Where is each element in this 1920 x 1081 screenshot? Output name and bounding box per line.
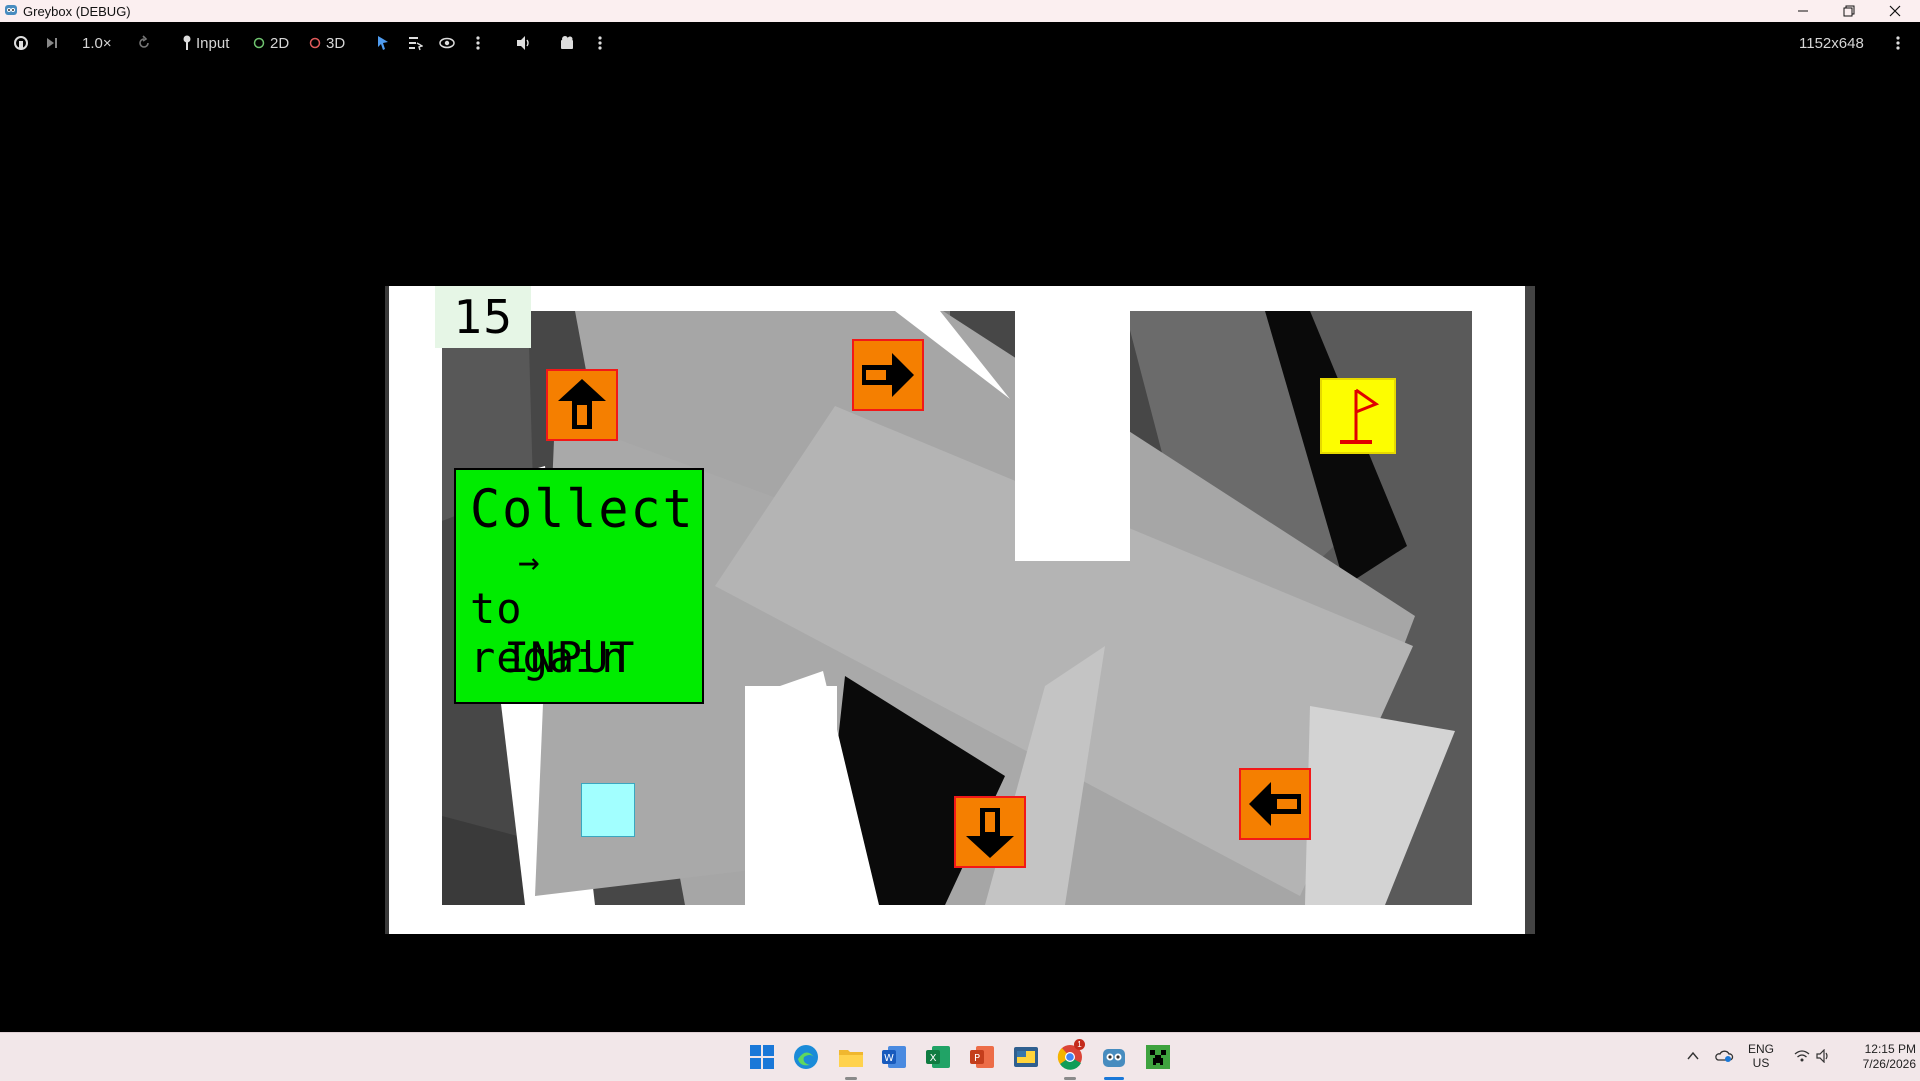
more-options-button[interactable] (475, 32, 481, 54)
resolution-label: 1152x648 (1799, 34, 1864, 52)
lang-region: US (1752, 1056, 1770, 1070)
arrow-left-icon (1249, 782, 1301, 826)
python-icon[interactable] (1012, 1043, 1040, 1071)
more-options-button-2[interactable] (597, 32, 603, 54)
eye-icon (439, 37, 455, 49)
hint-line-2: → (518, 542, 540, 583)
close-button[interactable] (1872, 0, 1918, 22)
arrow-down-icon (966, 808, 1014, 858)
minimize-button[interactable] (1780, 0, 1826, 22)
chevron-up-icon[interactable] (1687, 1051, 1699, 1061)
taskbar: W X P 1 ENG US 12:15 PM 7/26/2026 (0, 1032, 1920, 1081)
powerpoint-icon[interactable]: P (968, 1043, 996, 1071)
toggle-3d[interactable]: 3D (309, 32, 345, 54)
reset-icon (139, 35, 149, 48)
left-arrow-pickup (1239, 768, 1311, 840)
toggle-2d[interactable]: 2D (253, 32, 289, 54)
excel-icon[interactable]: X (924, 1043, 952, 1071)
level-counter: 15 (435, 286, 531, 348)
speed-selector[interactable]: 1.0× (82, 32, 112, 54)
viewport-edge-right (1525, 286, 1535, 934)
select-mode-button[interactable] (376, 32, 390, 54)
volume-icon[interactable] (1816, 1049, 1832, 1063)
window-menu-button[interactable] (1895, 32, 1901, 54)
circle-3d-icon (309, 37, 321, 49)
godot-app-icon (5, 5, 17, 15)
kebab-menu-icon (476, 36, 480, 50)
circle-2d-icon (253, 37, 265, 49)
edge-icon[interactable] (792, 1043, 820, 1071)
suspend-icon (14, 36, 28, 50)
kebab-menu-icon (1896, 36, 1900, 50)
joystick-icon (183, 35, 191, 50)
label-3d: 3D (326, 34, 346, 52)
hint-line-1: Collect (470, 478, 695, 540)
up-arrow-pickup (546, 369, 618, 441)
svg-text:P: P (974, 1053, 980, 1064)
next-frame-icon (47, 38, 57, 48)
debug-toolbar: 1.0× Input 2D 3D 1152x648 (0, 22, 1920, 64)
clock-date: 7/26/2026 (1862, 1057, 1916, 1071)
word-icon[interactable]: W (880, 1043, 908, 1071)
svg-text:X: X (930, 1053, 937, 1064)
close-icon (1889, 5, 1901, 17)
hint-panel: Collect → to regain INPUT (454, 468, 704, 704)
visibility-button[interactable] (439, 32, 455, 54)
language-indicator[interactable]: ENG US (1748, 1042, 1774, 1070)
onedrive-icon[interactable] (1714, 1048, 1734, 1064)
chrome-notification-badge: 1 (1074, 1039, 1085, 1050)
restore-icon (1843, 5, 1855, 17)
lang-code: ENG (1748, 1042, 1775, 1056)
start-icon[interactable] (748, 1043, 776, 1071)
clock[interactable]: 12:15 PM 7/26/2026 (1840, 1042, 1916, 1072)
wifi-icon[interactable] (1794, 1049, 1810, 1063)
input-toggle[interactable]: Input (181, 32, 229, 54)
down-arrow-pickup (954, 796, 1026, 868)
reset-speed-button[interactable] (136, 32, 152, 54)
file-explorer-icon[interactable] (837, 1043, 865, 1071)
player-square (581, 783, 635, 837)
svg-text:W: W (884, 1053, 894, 1064)
audio-button[interactable] (515, 32, 533, 54)
suspend-button[interactable] (12, 32, 30, 54)
flag-icon (1340, 388, 1380, 444)
label-2d: 2D (270, 34, 290, 52)
minecraft-icon[interactable] (1144, 1043, 1172, 1071)
camera-override-button[interactable] (559, 32, 577, 54)
minimize-icon (1798, 10, 1808, 12)
game-viewport: 15 Collect → to regain INPUT (0, 64, 1920, 1032)
window-titlebar: Greybox (DEBUG) (0, 0, 1920, 22)
clock-time: 12:15 PM (1864, 1042, 1916, 1056)
input-label: Input (196, 34, 230, 52)
next-frame-button[interactable] (44, 32, 60, 54)
viewport-edge-left (385, 286, 389, 934)
hint-line-4: INPUT (504, 633, 636, 682)
goal-flag (1320, 378, 1396, 454)
arrow-up-icon (558, 379, 606, 429)
camera-icon (561, 36, 573, 49)
kebab-menu-icon (598, 36, 602, 50)
arrow-right-icon (862, 353, 914, 397)
godot-icon[interactable] (1100, 1043, 1128, 1071)
window-title: Greybox (DEBUG) (23, 4, 131, 19)
system-tray: ENG US 12:15 PM 7/26/2026 (1680, 1033, 1920, 1081)
list-select-button[interactable] (407, 32, 423, 54)
restore-button[interactable] (1826, 0, 1872, 22)
cursor-arrow-icon (378, 36, 388, 50)
right-arrow-pickup (852, 339, 924, 411)
speaker-icon (517, 36, 529, 50)
game-canvas[interactable]: 15 Collect → to regain INPUT (385, 286, 1535, 934)
list-select-icon (409, 37, 423, 51)
